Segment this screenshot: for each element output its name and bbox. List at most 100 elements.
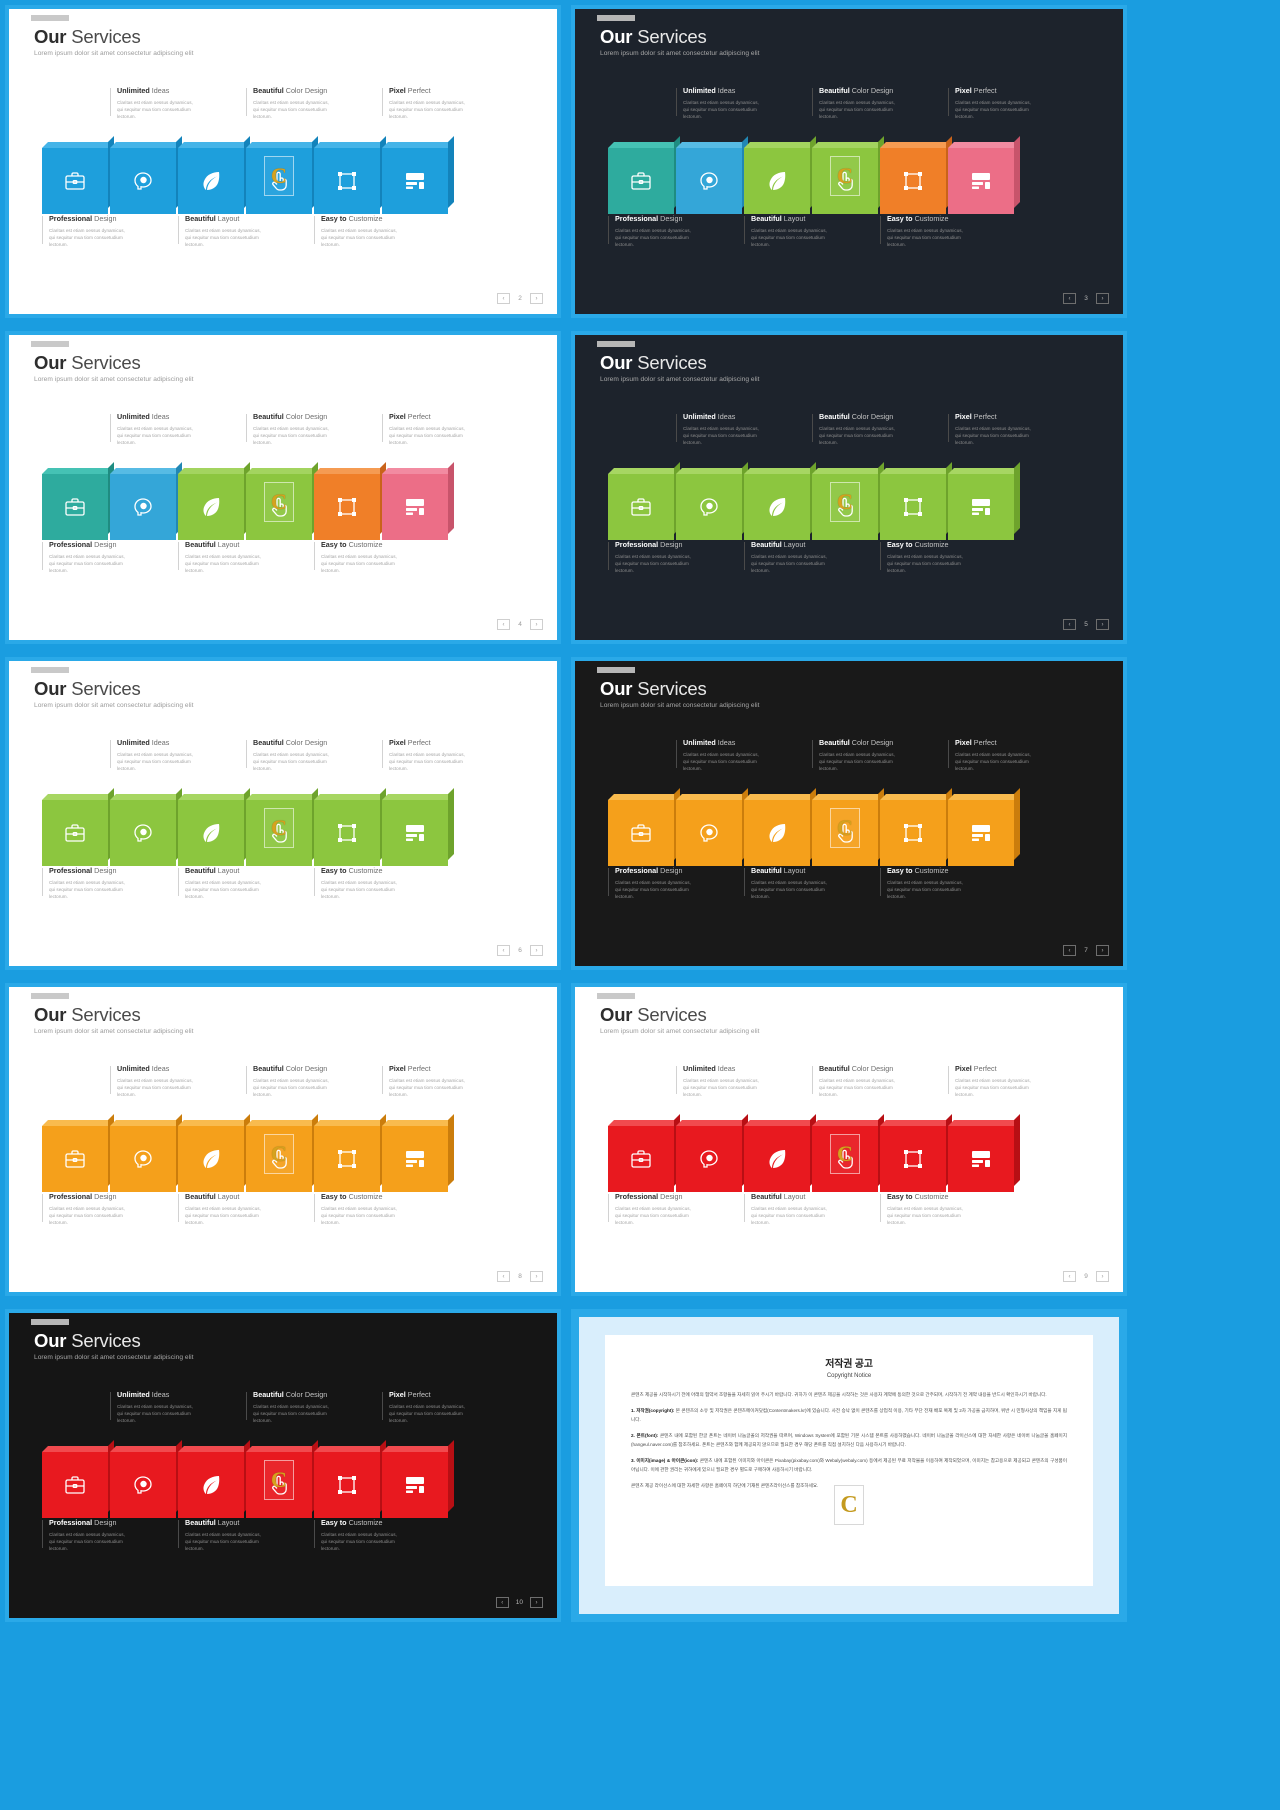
- slide-pagination[interactable]: ‹ 4 ›: [497, 619, 543, 630]
- slide-multicolor-dark[interactable]: Our Services Lorem ipsum dolor sit amet …: [571, 5, 1127, 318]
- next-page-button[interactable]: ›: [530, 945, 543, 956]
- slide-orange-dark[interactable]: Our Services Lorem ipsum dolor sit amet …: [571, 657, 1127, 970]
- cube-2[interactable]: [110, 136, 182, 214]
- cube-3[interactable]: [178, 1114, 250, 1192]
- cube-1[interactable]: [42, 1440, 114, 1518]
- cube-2[interactable]: [676, 788, 748, 866]
- cube-5[interactable]: [880, 136, 952, 214]
- cube-3[interactable]: [178, 788, 250, 866]
- slide-pagination[interactable]: ‹ 9 ›: [1063, 1271, 1109, 1282]
- cube-1[interactable]: [608, 1114, 680, 1192]
- next-page-button[interactable]: ›: [530, 1271, 543, 1282]
- briefcase-icon: [629, 821, 653, 845]
- cube-6[interactable]: [382, 136, 454, 214]
- cube-2[interactable]: [676, 136, 748, 214]
- cube-3[interactable]: [744, 136, 816, 214]
- cube-4[interactable]: C: [246, 1114, 318, 1192]
- slide-pagination[interactable]: ‹ 3 ›: [1063, 293, 1109, 304]
- prev-page-button[interactable]: ‹: [1063, 945, 1076, 956]
- cube-2[interactable]: [676, 462, 748, 540]
- page-number: 3: [1084, 295, 1088, 302]
- cube-1[interactable]: [42, 462, 114, 540]
- prev-page-button[interactable]: ‹: [1063, 1271, 1076, 1282]
- cube-1[interactable]: [42, 1114, 114, 1192]
- cube-2[interactable]: [110, 462, 182, 540]
- cube-6[interactable]: [948, 788, 1020, 866]
- cube-4[interactable]: C: [812, 788, 884, 866]
- cube-front-face: [608, 1126, 674, 1192]
- cube-3[interactable]: [744, 462, 816, 540]
- slide-blue-light[interactable]: Our Services Lorem ipsum dolor sit amet …: [5, 5, 561, 318]
- prev-page-button[interactable]: ‹: [1063, 619, 1076, 630]
- cube-3[interactable]: [178, 136, 250, 214]
- slide-green-light[interactable]: Our Services Lorem ipsum dolor sit amet …: [5, 657, 561, 970]
- cube-2[interactable]: [110, 1114, 182, 1192]
- cube-4[interactable]: C: [812, 136, 884, 214]
- cube-2[interactable]: [110, 1440, 182, 1518]
- slide-pagination[interactable]: ‹ 2 ›: [497, 293, 543, 304]
- cube-4[interactable]: C: [246, 462, 318, 540]
- slide-pagination[interactable]: ‹ 6 ›: [497, 945, 543, 956]
- next-page-button[interactable]: ›: [1096, 1271, 1109, 1282]
- prev-page-button[interactable]: ‹: [1063, 293, 1076, 304]
- slide-red-dark[interactable]: Our Services Lorem ipsum dolor sit amet …: [5, 1309, 561, 1622]
- label-heading: Beautiful Layout: [185, 540, 240, 549]
- cube-6[interactable]: [948, 462, 1020, 540]
- prev-page-button[interactable]: ‹: [497, 293, 510, 304]
- cube-5[interactable]: [880, 1114, 952, 1192]
- cube-1[interactable]: [608, 462, 680, 540]
- slide-pagination[interactable]: ‹ 7 ›: [1063, 945, 1109, 956]
- prev-page-button[interactable]: ‹: [497, 1271, 510, 1282]
- cube-5[interactable]: [314, 1114, 386, 1192]
- next-page-button[interactable]: ›: [1096, 293, 1109, 304]
- cube-5[interactable]: [314, 136, 386, 214]
- cube-3[interactable]: [744, 1114, 816, 1192]
- next-page-button[interactable]: ›: [1096, 619, 1109, 630]
- cube-4[interactable]: C: [812, 1114, 884, 1192]
- next-page-button[interactable]: ›: [530, 1597, 543, 1608]
- copyright-notice-slide: 저작권 공고 Copyright Notice 콘텐츠 제공을 시작하시기 전에 아…: [571, 1309, 1127, 1622]
- cube-2[interactable]: [110, 788, 182, 866]
- cube-6[interactable]: [382, 788, 454, 866]
- cube-5[interactable]: [314, 788, 386, 866]
- cube-1[interactable]: [608, 788, 680, 866]
- cube-2[interactable]: [676, 1114, 748, 1192]
- prev-page-button[interactable]: ‹: [497, 945, 510, 956]
- cube-3[interactable]: [178, 462, 250, 540]
- cube-4[interactable]: C: [812, 462, 884, 540]
- cube-front-face: [382, 148, 448, 214]
- cube-6[interactable]: [382, 1440, 454, 1518]
- prev-page-button[interactable]: ‹: [497, 619, 510, 630]
- next-page-button[interactable]: ›: [530, 619, 543, 630]
- cube-3[interactable]: [744, 788, 816, 866]
- cube-1[interactable]: [608, 136, 680, 214]
- prev-page-button[interactable]: ‹: [495, 1597, 509, 1608]
- cube-4[interactable]: C: [246, 788, 318, 866]
- slide-header: Our Services Lorem ipsum dolor sit amet …: [600, 352, 760, 383]
- label-divider: [880, 542, 881, 570]
- cube-6[interactable]: [948, 1114, 1020, 1192]
- cube-5[interactable]: [314, 462, 386, 540]
- slide-green-dark[interactable]: Our Services Lorem ipsum dolor sit amet …: [571, 331, 1127, 644]
- cube-4[interactable]: C: [246, 1440, 318, 1518]
- cube-5[interactable]: [314, 1440, 386, 1518]
- cube-1[interactable]: [42, 136, 114, 214]
- cube-6[interactable]: [382, 1114, 454, 1192]
- cube-5[interactable]: [880, 462, 952, 540]
- cube-6[interactable]: [382, 462, 454, 540]
- bottom-label-1: Beautiful Layout Claritas est etiam oessu…: [178, 540, 261, 574]
- cube-4[interactable]: C: [246, 136, 318, 214]
- slide-multicolor-light[interactable]: Our Services Lorem ipsum dolor sit amet …: [5, 331, 561, 644]
- cube-5[interactable]: [880, 788, 952, 866]
- slide-orange-light[interactable]: Our Services Lorem ipsum dolor sit amet …: [5, 983, 561, 1296]
- slide-pagination[interactable]: ‹ 10 ›: [495, 1597, 543, 1608]
- cube-3[interactable]: [178, 1440, 250, 1518]
- slide-pagination[interactable]: ‹ 5 ›: [1063, 619, 1109, 630]
- next-page-button[interactable]: ›: [1096, 945, 1109, 956]
- slide-pagination[interactable]: ‹ 8 ›: [497, 1271, 543, 1282]
- slide-red-light[interactable]: Our Services Lorem ipsum dolor sit amet …: [571, 983, 1127, 1296]
- cube-6[interactable]: [948, 136, 1020, 214]
- next-page-button[interactable]: ›: [530, 293, 543, 304]
- cube-1[interactable]: [42, 788, 114, 866]
- label-body: Claritas est etiam oessus dynamicus, qui…: [117, 1403, 193, 1423]
